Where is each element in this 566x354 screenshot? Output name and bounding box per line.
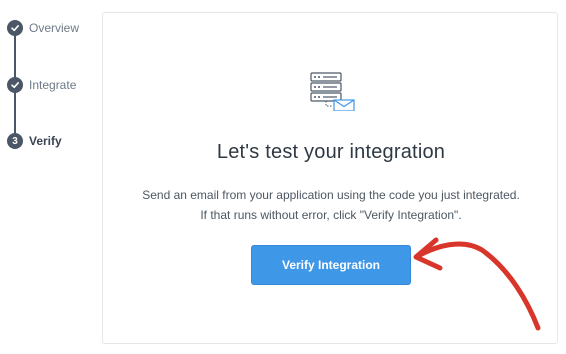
check-icon [7,20,23,36]
step-label-integrate: Integrate [29,78,77,92]
step-integrate[interactable]: Integrate [7,77,76,93]
card-description: Send an email from your application usin… [142,188,520,222]
verify-integration-button[interactable]: Verify Integration [251,245,411,285]
check-icon [7,77,23,93]
setup-stepper: Overview Integrate 3 Verify [0,0,100,354]
server-email-icon [310,72,355,111]
step-number-badge: 3 [7,133,23,149]
step-label-verify: Verify [29,134,62,148]
step-label-overview: Overview [29,21,80,35]
red-arrow-icon [413,237,541,331]
step-overview[interactable]: Overview [7,20,79,36]
step-verify[interactable]: 3 Verify [7,133,62,149]
card-title: Let's test your integration [216,141,446,163]
